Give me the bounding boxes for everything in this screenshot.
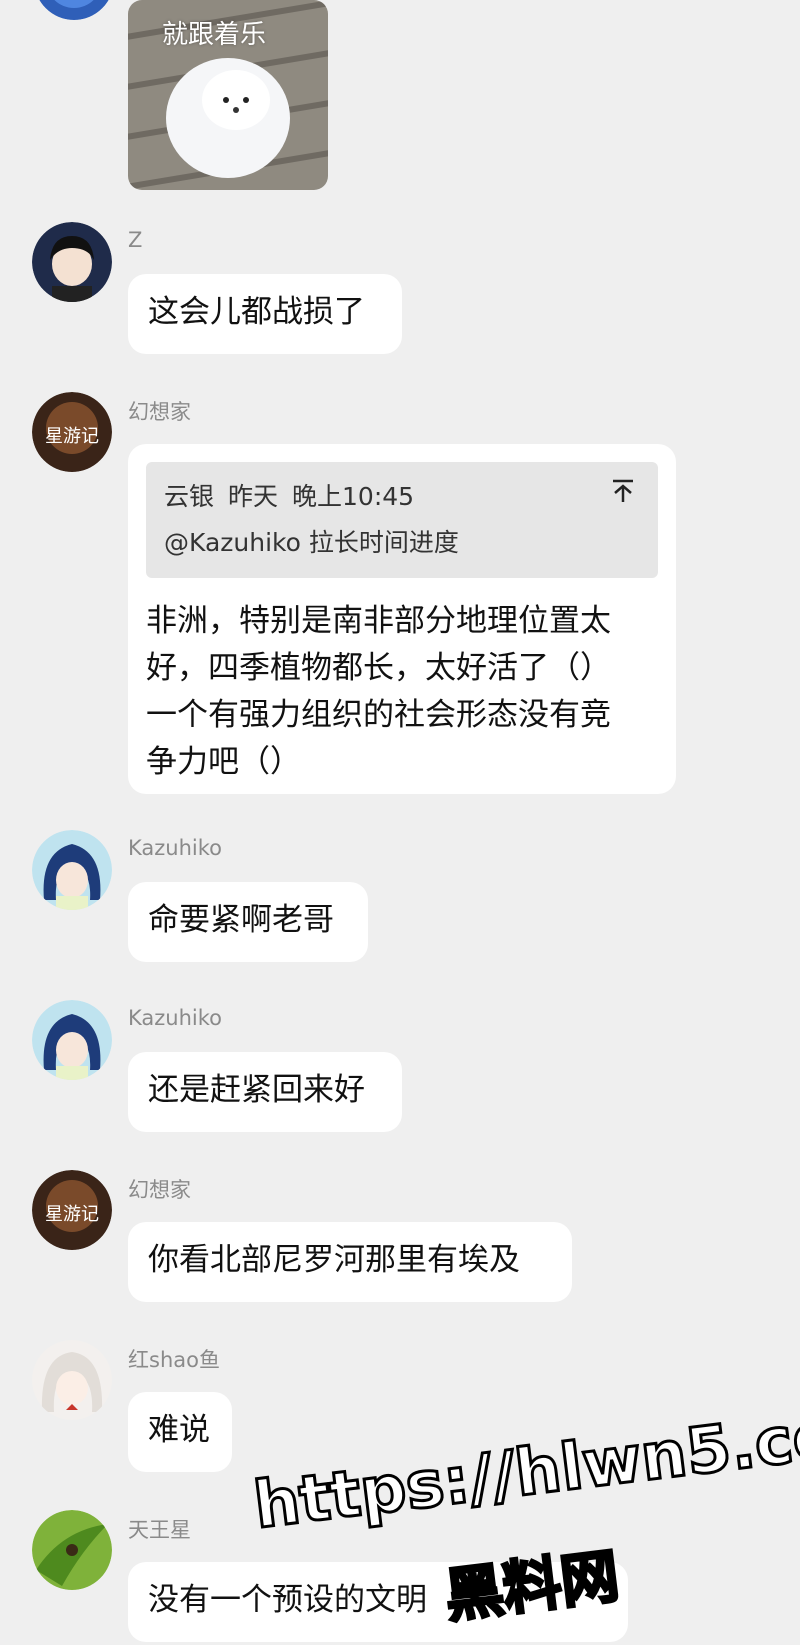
watermark-url: https://hlwn5.com: [249, 1389, 800, 1545]
avatar-kazuhiko[interactable]: [32, 1000, 112, 1080]
svg-text:星游记: 星游记: [45, 426, 99, 447]
quote-day: 昨天: [228, 482, 279, 511]
quoted-message[interactable]: 云银 昨天 晚上10:45 @Kazuhiko 拉长时间进度: [146, 462, 658, 578]
sender-name: 幻想家: [128, 1178, 191, 1202]
sender-name: Z: [128, 228, 143, 252]
message-bubble[interactable]: 难说: [128, 1392, 232, 1472]
avatar-huanxiangjia[interactable]: 星游记: [32, 1170, 112, 1250]
sender-name: 幻想家: [128, 400, 191, 424]
sender-name: Kazuhiko: [128, 836, 223, 860]
message-bubble[interactable]: 你看北部尼罗河那里有埃及: [128, 1222, 572, 1302]
quote-author: 云银: [164, 482, 215, 511]
avatar-tianwangxing[interactable]: [32, 1510, 112, 1590]
sticker-caption: 就跟着乐: [162, 20, 267, 50]
message-bubble[interactable]: 没有一个预设的文明: [128, 1562, 628, 1642]
avatar-z[interactable]: [32, 222, 112, 302]
message-text: 非洲，特别是南非部分地理位置太 好，四季植物都长，太好活了（） 一个有强力组织的…: [146, 603, 611, 780]
avatar-kazuhiko[interactable]: [32, 830, 112, 910]
arrow-to-top-icon[interactable]: [610, 478, 636, 511]
svg-text:星游记: 星游记: [45, 1204, 99, 1225]
avatar-hongshaoyu[interactable]: [32, 1340, 112, 1420]
message-bubble[interactable]: 还是赶紧回来好: [128, 1052, 402, 1132]
avatar-huanxiangjia[interactable]: 星游记: [32, 392, 112, 472]
quote-text: @Kazuhiko 拉长时间进度: [164, 528, 459, 557]
sticker-image[interactable]: 就跟着乐: [128, 0, 328, 190]
sender-name: Kazuhiko: [128, 1006, 223, 1030]
avatar-partial-top[interactable]: [34, 0, 114, 20]
message-bubble[interactable]: 这会儿都战损了: [128, 274, 402, 354]
sender-name: 红shao鱼: [128, 1348, 220, 1372]
quote-header: 云银 昨天 晚上10:45: [164, 474, 640, 520]
message-bubble[interactable]: 命要紧啊老哥: [128, 882, 368, 962]
sender-name: 天王星: [128, 1518, 191, 1542]
quote-time: 晚上10:45: [292, 482, 415, 511]
